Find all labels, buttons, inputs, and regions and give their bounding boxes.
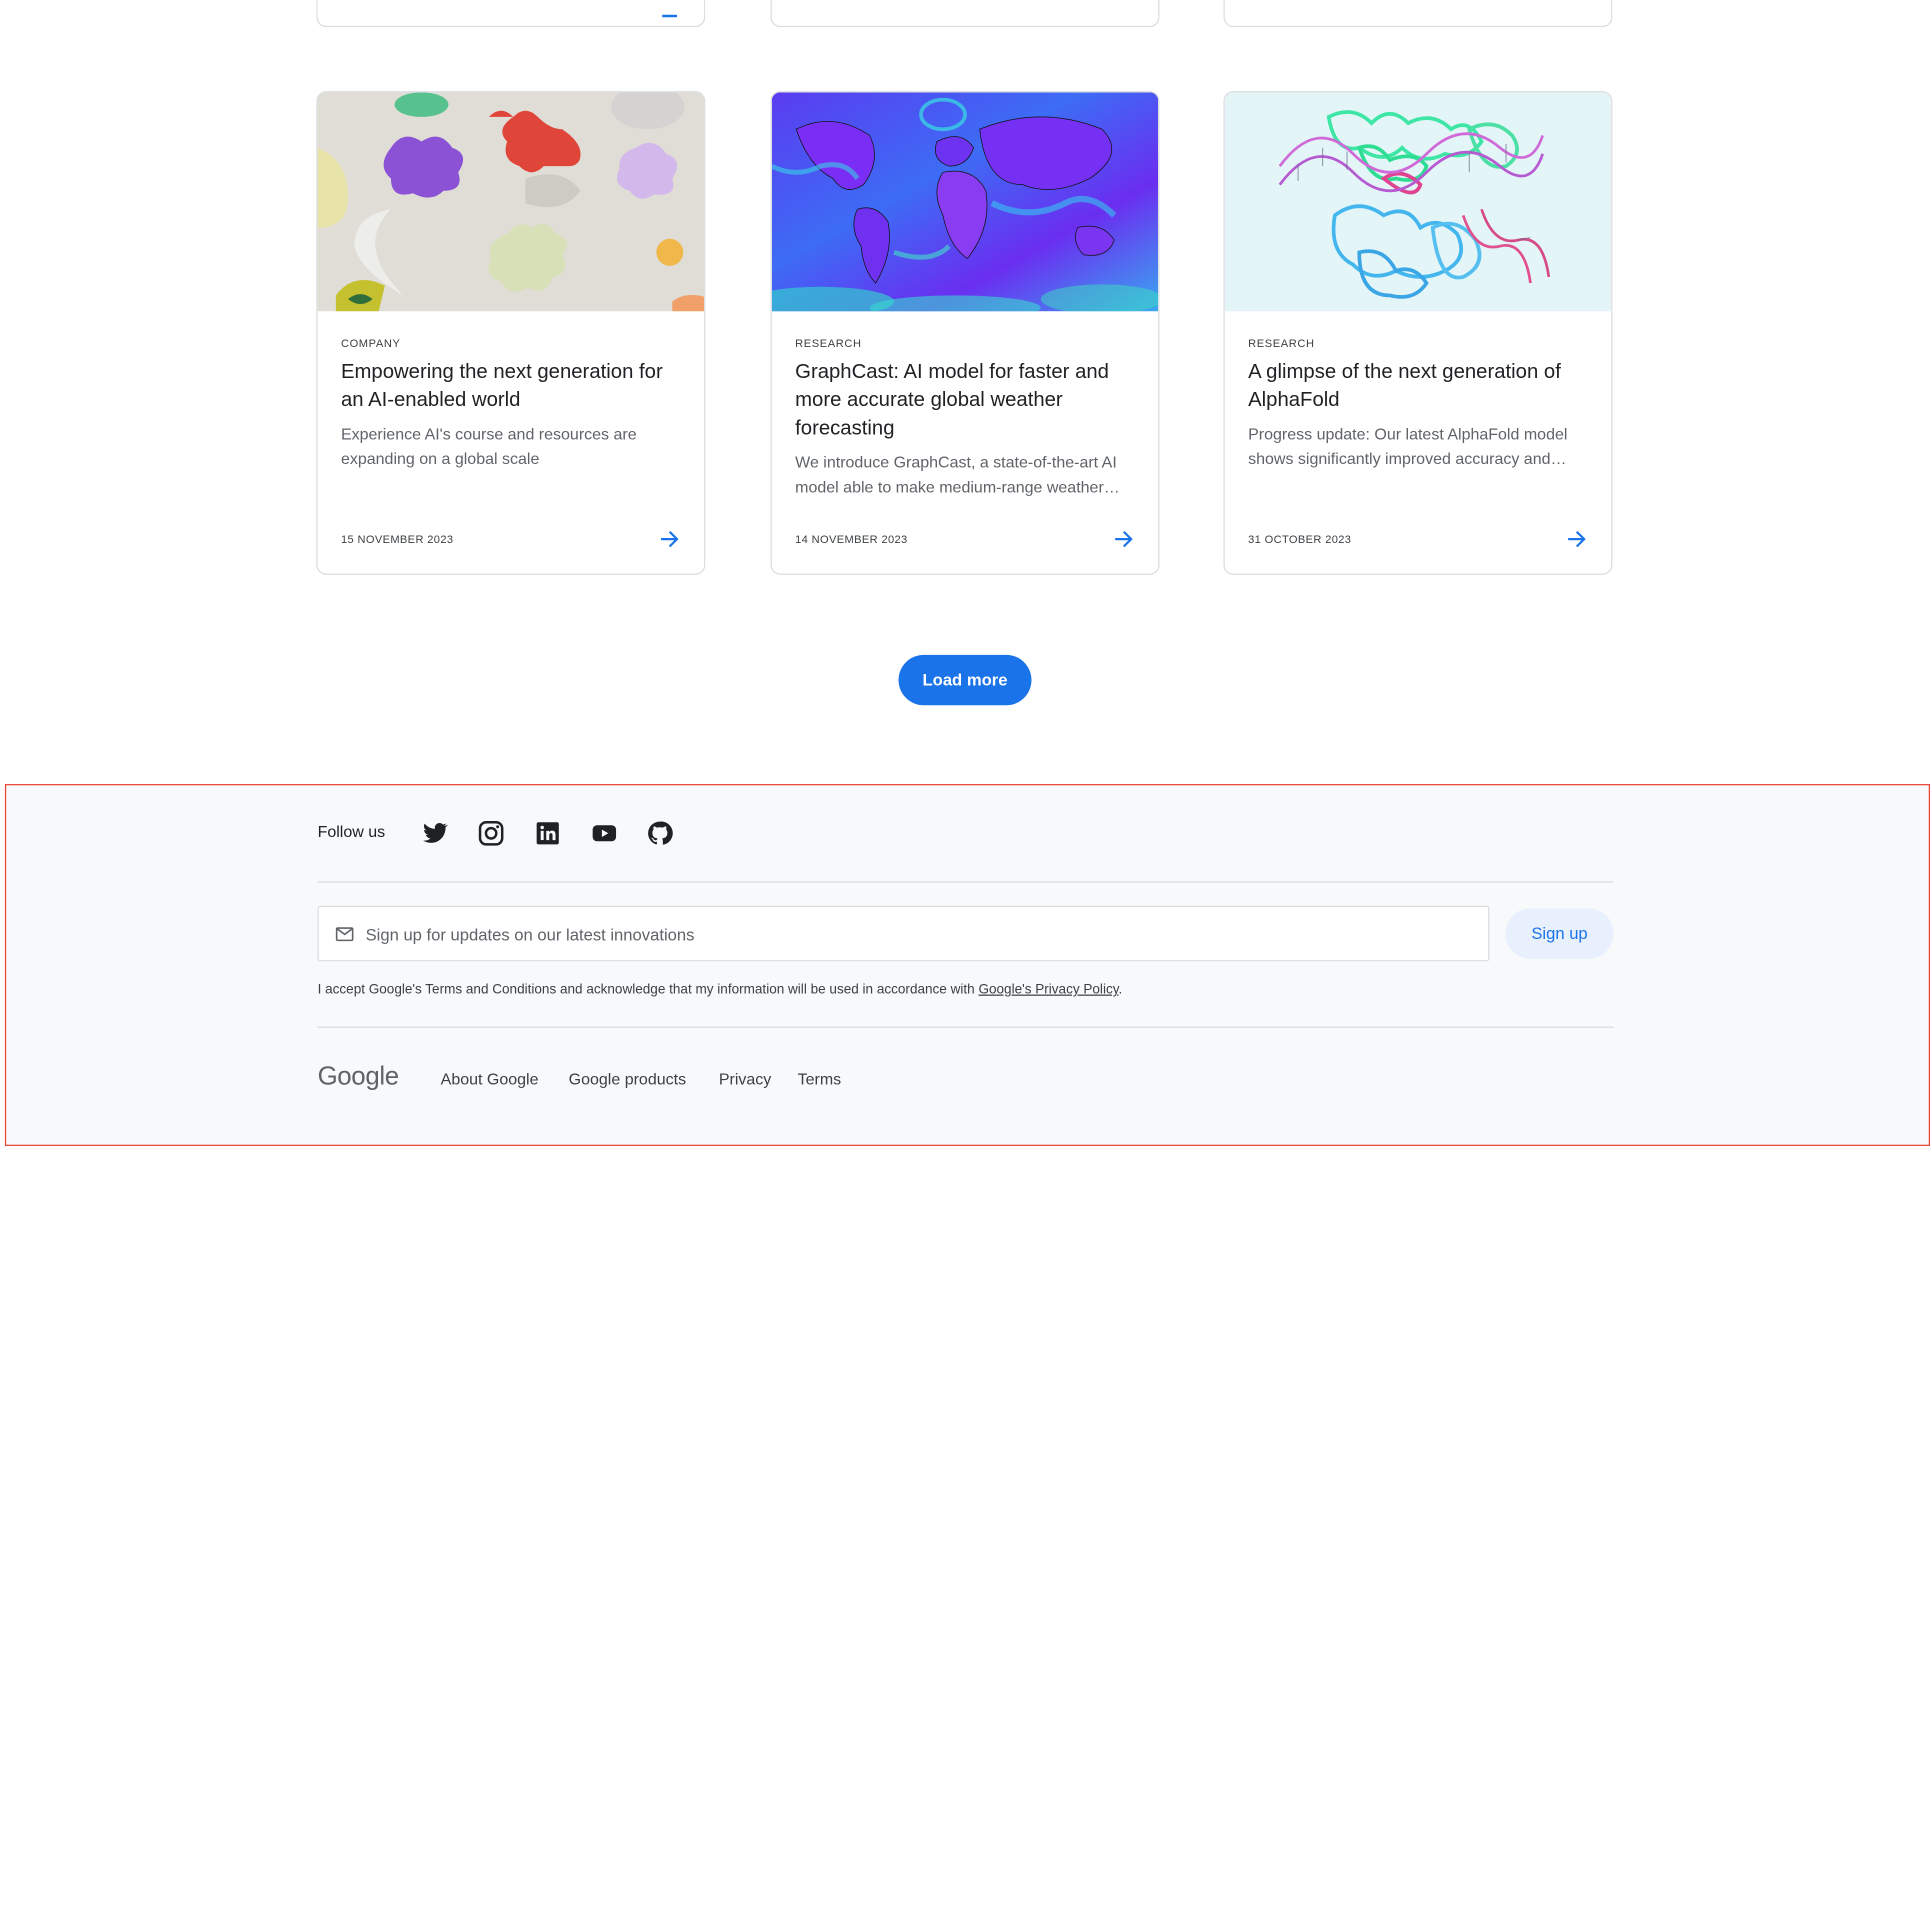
footer-link-about-google[interactable]: About Google (441, 1070, 539, 1088)
arrow-icon[interactable] (662, 14, 677, 18)
arrow-right-icon[interactable] (659, 528, 681, 550)
github-icon[interactable] (645, 819, 675, 849)
twitter-icon[interactable] (420, 819, 450, 849)
footer-link-privacy[interactable]: Privacy (719, 1070, 771, 1088)
colorful-abstract-shapes-image (317, 92, 705, 312)
terms-notice: I accept Google's Terms and Conditions a… (318, 982, 1123, 997)
card-date: 15 NOVEMBER 2023 (340, 532, 454, 546)
footer-link-terms[interactable]: Terms (798, 1070, 842, 1088)
terms-text: I accept Google's Terms and Conditions a… (317, 982, 979, 998)
email-input[interactable] (363, 907, 1476, 963)
footer-link-google-products[interactable]: Google products (569, 1070, 686, 1088)
email-signup-field[interactable] (317, 905, 1490, 963)
mail-icon (335, 927, 354, 942)
follow-us-label: Follow us (317, 822, 386, 841)
divider (317, 881, 1614, 883)
google-logo[interactable]: Google (318, 1062, 400, 1092)
card-description: We introduce GraphCast, a state-of-the-a… (795, 452, 1117, 496)
partial-card[interactable] (1223, 0, 1613, 28)
youtube-icon[interactable] (590, 819, 620, 849)
card-category: COMPANY (340, 337, 401, 350)
load-more-button[interactable]: Load more (898, 654, 1032, 706)
article-card[interactable]: RESEARCH A glimpse of the next generatio… (1223, 91, 1613, 575)
global-weather-map-image (771, 92, 1159, 312)
card-category: RESEARCH (795, 337, 862, 350)
card-date: 31 OCTOBER 2023 (1248, 532, 1352, 546)
footer: Follow us Sign up for updates on our lat… (4, 784, 1930, 1146)
article-card[interactable]: COMPANY Empowering the next generation f… (316, 91, 706, 575)
privacy-policy-link[interactable]: Google's Privacy Policy (978, 982, 1118, 997)
card-date: 14 NOVEMBER 2023 (795, 532, 908, 546)
arrow-right-icon[interactable] (1566, 528, 1588, 550)
card-title[interactable]: GraphCast: AI model for faster and more … (795, 358, 1140, 443)
protein-dna-structure-image (1224, 92, 1612, 312)
linkedin-icon[interactable] (533, 819, 563, 849)
card-title[interactable]: Empowering the next generation for an AI… (341, 358, 686, 415)
divider (317, 1026, 1614, 1028)
card-description: Progress update: Our latest AlphaFold mo… (1248, 424, 1568, 468)
card-category: RESEARCH (1248, 337, 1315, 350)
terms-end: . (1118, 982, 1123, 998)
partial-card[interactable] (770, 0, 1160, 28)
card-title[interactable]: A glimpse of the next generation of Alph… (1248, 358, 1593, 415)
sign-up-button[interactable]: Sign up (1505, 908, 1614, 959)
article-card[interactable]: RESEARCH GraphCast: AI model for faster … (770, 91, 1160, 575)
partial-card[interactable] (316, 0, 706, 28)
card-description: Experience AI's course and resources are… (340, 424, 637, 468)
arrow-right-icon[interactable] (1113, 528, 1135, 550)
instagram-icon[interactable] (476, 819, 506, 849)
